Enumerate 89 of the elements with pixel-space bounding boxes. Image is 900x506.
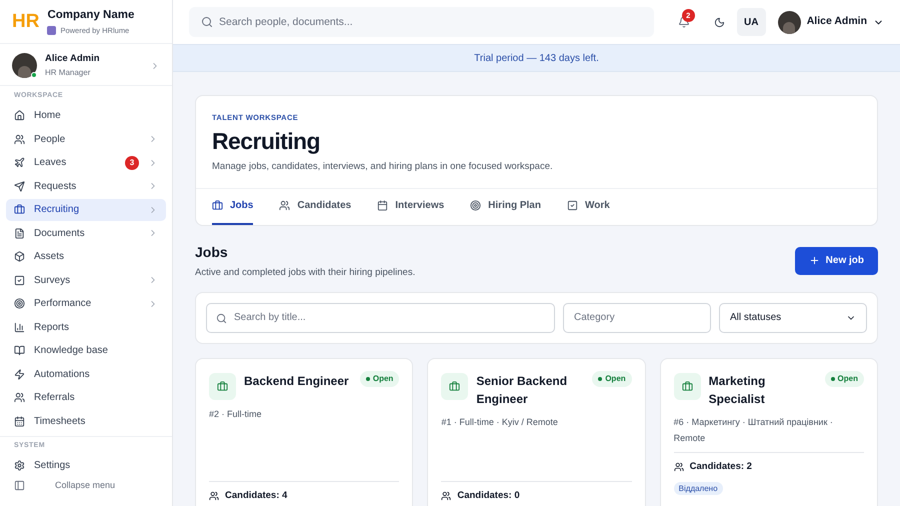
people-icon bbox=[674, 462, 684, 472]
briefcase-icon bbox=[441, 372, 468, 400]
logo: HR bbox=[12, 12, 40, 31]
settings-icon bbox=[14, 460, 25, 471]
nav-item[interactable]: Settings bbox=[6, 454, 166, 476]
nav-icon bbox=[14, 345, 25, 356]
nav-icon bbox=[14, 157, 25, 168]
nav-item[interactable]: Home bbox=[6, 104, 166, 127]
nav-icon bbox=[14, 392, 25, 404]
section-subtitle: Active and completed jobs with their hiring pipelines. bbox=[195, 266, 416, 280]
moon-icon[interactable] bbox=[714, 16, 725, 28]
job-title: Backend Engineer bbox=[244, 372, 350, 390]
user-menu[interactable]: Alice Admin bbox=[778, 10, 884, 34]
page-title: Recruiting bbox=[212, 127, 321, 156]
people-icon bbox=[279, 200, 290, 211]
status-badge: Open bbox=[360, 370, 400, 387]
tab[interactable]: Hiring Plan bbox=[470, 188, 541, 224]
candidates-count: Candidates: 4 bbox=[225, 488, 288, 503]
language-button[interactable]: UA bbox=[736, 8, 766, 36]
briefcase-icon bbox=[209, 372, 236, 400]
app-logo-icon bbox=[47, 26, 56, 35]
tab[interactable]: Jobs bbox=[212, 188, 254, 224]
nav-icon bbox=[14, 298, 25, 310]
company-name: Company Name bbox=[47, 8, 134, 24]
nav-item[interactable]: Knowledge base bbox=[6, 340, 166, 362]
plus-icon bbox=[808, 255, 820, 266]
panel-icon bbox=[14, 480, 25, 491]
checkbox-icon bbox=[566, 200, 578, 211]
nav-item[interactable]: Automations bbox=[6, 363, 166, 386]
nav-icon bbox=[14, 416, 25, 427]
briefcase-icon bbox=[674, 372, 701, 400]
search-icon bbox=[216, 312, 227, 324]
trial-banner: Trial period — 143 days left. bbox=[173, 44, 900, 72]
page-subtitle: Manage jobs, candidates, interviews, and hiring plans in one focused workspace. bbox=[212, 160, 554, 174]
category-field[interactable]: Category bbox=[563, 302, 711, 333]
count-badge: 3 bbox=[125, 156, 139, 170]
nav-icon bbox=[14, 251, 25, 262]
calendar-icon bbox=[377, 200, 388, 211]
nav-icon bbox=[14, 274, 25, 286]
new-job-button[interactable]: New job bbox=[794, 246, 878, 275]
job-title: Marketing Specialist bbox=[708, 372, 766, 408]
nav-icon bbox=[14, 368, 25, 380]
briefcase-icon bbox=[212, 200, 223, 211]
job-card[interactable]: Backend Engineer Open #2 · Full-time Candidates: 4 bbox=[195, 358, 414, 506]
tab[interactable]: Work bbox=[566, 188, 610, 224]
user-card[interactable]: Alice Admin HR Manager bbox=[0, 46, 172, 86]
status-badge: Open bbox=[824, 370, 864, 387]
candidates-count: Candidates: 0 bbox=[457, 488, 520, 503]
nav-item[interactable]: Documents bbox=[6, 222, 166, 244]
nav-item[interactable]: Timesheets bbox=[6, 410, 166, 432]
nav-item[interactable]: Referrals bbox=[6, 386, 166, 409]
tab[interactable]: Candidates bbox=[279, 188, 352, 224]
nav-item[interactable]: Assets bbox=[6, 246, 166, 268]
nav-item[interactable]: People bbox=[6, 128, 166, 150]
nav-item[interactable]: Performance bbox=[6, 292, 166, 315]
title-search-field[interactable]: Search by title... bbox=[206, 302, 555, 333]
nav-item[interactable]: Recruiting bbox=[6, 198, 166, 221]
user-role: HR Manager bbox=[45, 66, 92, 79]
section-title: Jobs bbox=[195, 242, 229, 262]
nav-icon bbox=[14, 180, 25, 192]
nav-icon bbox=[14, 322, 25, 333]
tab[interactable]: Interviews bbox=[377, 188, 444, 224]
user-name: Alice Admin bbox=[45, 52, 101, 66]
job-meta: #2 · Full-time bbox=[209, 408, 263, 421]
status-badge: Open bbox=[592, 370, 632, 387]
collapse-menu-button[interactable]: Collapse menu bbox=[6, 478, 166, 494]
location-tag: Віддалено bbox=[674, 482, 723, 495]
bell-icon[interactable] bbox=[678, 16, 690, 28]
nav-icon bbox=[14, 134, 25, 145]
people-icon bbox=[209, 490, 219, 501]
nav-item[interactable]: Requests bbox=[6, 175, 166, 198]
nav-item[interactable]: Leaves 3 bbox=[6, 152, 166, 174]
nav-icon bbox=[14, 228, 25, 239]
job-meta: #6 · Маркетингу · Штатний працівник · Remote bbox=[674, 416, 834, 445]
job-card[interactable]: Senior Backend Engineer Open #1 · Full-time · Kyiv / Remote Candidates: 0 bbox=[427, 358, 646, 506]
nav-item[interactable]: Surveys bbox=[6, 269, 166, 292]
job-card[interactable]: Marketing Specialist Open #6 · Маркетингу · Штатний працівник · Remote Candidates: 2 Віддалено bbox=[660, 358, 878, 506]
nav-item[interactable]: Reports bbox=[6, 316, 166, 338]
target-icon bbox=[470, 200, 482, 211]
candidates-count: Candidates: 2 bbox=[690, 460, 752, 474]
job-title: Senior Backend Engineer bbox=[476, 372, 568, 408]
job-meta: #1 · Full-time · Kyiv / Remote bbox=[441, 416, 559, 429]
avatar bbox=[12, 53, 37, 78]
people-icon bbox=[441, 490, 452, 501]
nav-icon bbox=[14, 204, 25, 216]
avatar bbox=[778, 10, 801, 34]
nav-icon bbox=[14, 110, 25, 122]
status-select[interactable]: All statuses bbox=[719, 302, 867, 333]
search-field[interactable]: Search people, documents... bbox=[189, 7, 654, 37]
